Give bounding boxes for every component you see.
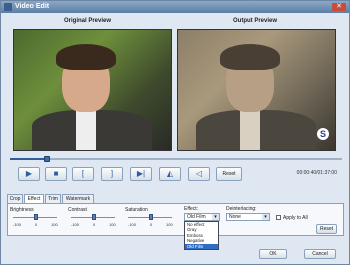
saturation-label: Saturation: [125, 207, 148, 213]
tab-trim[interactable]: Trim: [45, 194, 61, 203]
seek-handle[interactable]: [43, 156, 50, 162]
mark-out-button[interactable]: ]: [101, 167, 123, 181]
flip-horizontal-icon: ◭: [166, 169, 174, 178]
chevron-down-icon: ▾: [262, 214, 269, 220]
contrast-handle[interactable]: [92, 214, 96, 220]
next-frame-button[interactable]: ▶|: [130, 167, 152, 181]
original-preview-video: [13, 29, 172, 151]
saturation-handle[interactable]: [149, 214, 153, 220]
title-bar[interactable]: Video Edit ✕: [1, 1, 349, 13]
deinterlacing-selected-value: None: [229, 214, 241, 220]
effect-label: Effect:: [184, 206, 199, 212]
saturation-min: -100: [128, 222, 137, 227]
flip-horizontal-button[interactable]: ◭: [159, 167, 181, 181]
cancel-button[interactable]: Cancel: [304, 249, 336, 259]
video-edit-window: Video Edit ✕ Original Preview Output Pre…: [0, 0, 350, 265]
play-button[interactable]: ▶: [18, 167, 40, 181]
effect-select[interactable]: Old Film ▾: [184, 213, 220, 221]
brightness-max: 100: [51, 222, 58, 227]
brightness-label: Brightness: [10, 207, 34, 213]
window-title: Video Edit: [15, 3, 50, 10]
apply-to-all-checkbox[interactable]: [276, 215, 281, 220]
next-frame-icon: ▶|: [136, 169, 146, 178]
watermark-logo: S: [317, 128, 329, 140]
chevron-down-icon: ▾: [212, 214, 219, 220]
reset-effect-button[interactable]: Reset: [316, 224, 337, 234]
close-button[interactable]: ✕: [332, 3, 346, 11]
contrast-min: -100: [71, 222, 80, 227]
reset-playback-button[interactable]: Reset: [216, 167, 242, 181]
app-icon: [4, 3, 12, 11]
contrast-label: Contrast: [68, 207, 87, 213]
contrast-zero: 0: [93, 222, 96, 227]
seek-track[interactable]: [10, 158, 342, 160]
play-icon: ▶: [25, 169, 33, 178]
rotate-icon: ◁: [195, 169, 203, 178]
apply-to-all-label: Apply to All: [283, 215, 308, 221]
contrast-max: 100: [109, 222, 116, 227]
mark-in-icon: [: [81, 169, 85, 178]
original-preview-label: Original Preview: [64, 18, 112, 24]
effect-selected-value: Old Film: [187, 214, 206, 220]
deinterlacing-select[interactable]: None ▾: [226, 213, 270, 221]
output-preview-video: S: [177, 29, 336, 151]
stop-icon: ■: [53, 169, 59, 178]
deinterlacing-label: Deinterlacing:: [226, 206, 257, 212]
saturation-max: 100: [166, 222, 173, 227]
brightness-zero: 0: [35, 222, 38, 227]
rotate-button[interactable]: ◁: [188, 167, 210, 181]
output-preview-label: Output Preview: [233, 18, 278, 24]
effect-dropdown-list[interactable]: No effect Gray Emboss Negative Old Film: [184, 221, 219, 250]
saturation-zero: 0: [150, 222, 153, 227]
brightness-handle[interactable]: [34, 214, 38, 220]
ok-button[interactable]: OK: [259, 249, 287, 259]
seek-progress: [10, 158, 47, 160]
mark-in-button[interactable]: [: [72, 167, 94, 181]
mark-out-icon: ]: [110, 169, 114, 178]
stop-button[interactable]: ■: [45, 167, 67, 181]
effect-option[interactable]: Old Film: [185, 243, 218, 249]
seek-bar[interactable]: [10, 156, 342, 162]
time-display: 00:00:40/01:37:00: [296, 170, 337, 176]
tab-crop[interactable]: Crop: [7, 194, 23, 203]
brightness-min: -100: [13, 222, 22, 227]
tab-watermark[interactable]: Watermark: [62, 194, 94, 203]
